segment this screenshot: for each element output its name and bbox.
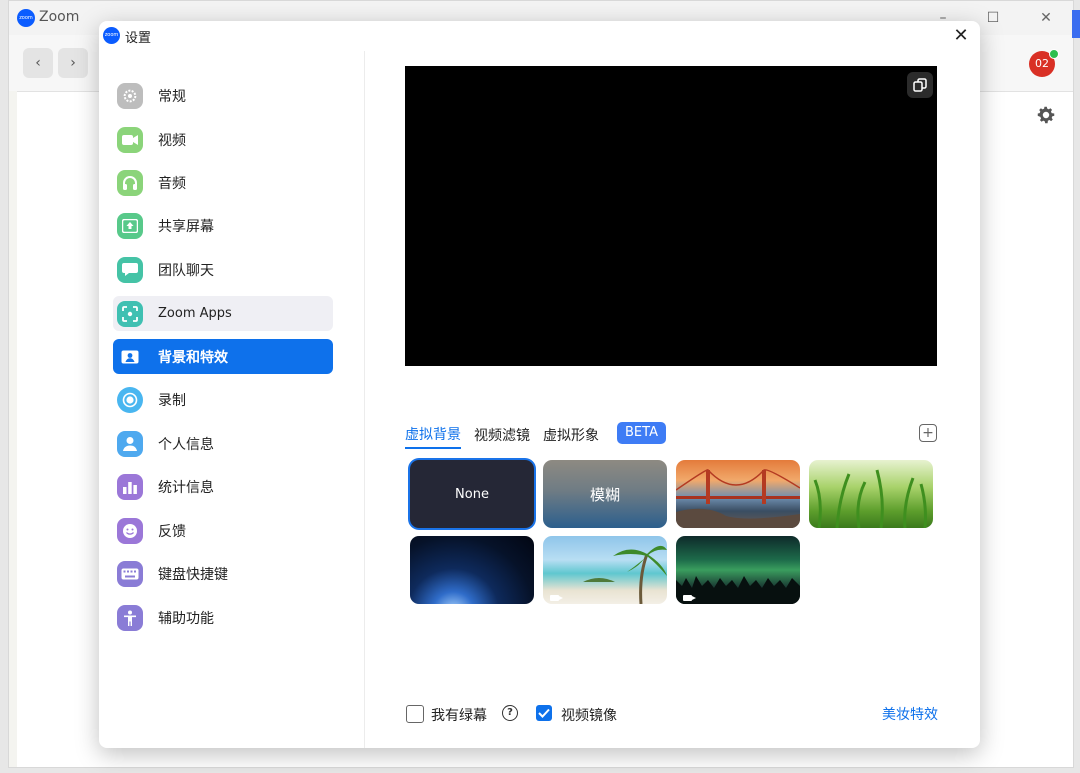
background-option-label: None bbox=[455, 486, 489, 502]
checkmark-icon bbox=[538, 708, 550, 718]
dialog-title: 设置 bbox=[125, 31, 152, 46]
palm-tree-image bbox=[583, 545, 667, 604]
sidebar-item-label: 团队聊天 bbox=[158, 262, 214, 279]
video-icon bbox=[117, 126, 143, 153]
help-icon[interactable]: ? bbox=[502, 705, 518, 721]
background-accent-edge bbox=[1072, 10, 1080, 38]
green-screen-checkbox[interactable] bbox=[406, 705, 424, 723]
background-option-golden-gate-bridge[interactable] bbox=[676, 460, 800, 528]
settings-sidebar: 常规 视频 音频 共享屏幕 团队聊天 Zoom Apps 背景和特效 录制 个人… bbox=[99, 51, 365, 748]
zoom-logo-icon: zoom bbox=[103, 27, 120, 44]
record-icon bbox=[117, 386, 143, 413]
sidebar-item-label: 常规 bbox=[158, 88, 186, 105]
online-status-dot bbox=[1049, 49, 1059, 59]
video-background-icon bbox=[550, 595, 563, 601]
feedback-icon bbox=[117, 517, 143, 544]
main-close-icon[interactable]: ✕ bbox=[1032, 7, 1060, 29]
statistics-icon bbox=[117, 473, 143, 500]
dialog-close-button[interactable]: ✕ bbox=[948, 23, 974, 49]
sidebar-item-label: 键盘快捷键 bbox=[158, 566, 228, 583]
apps-icon bbox=[117, 300, 143, 327]
tab-virtual-background[interactable]: 虚拟背景 bbox=[405, 424, 461, 449]
sidebar-item-label: 统计信息 bbox=[158, 479, 214, 496]
sidebar-item-audio[interactable]: 音频 bbox=[113, 165, 333, 200]
green-screen-label: 我有绿幕 bbox=[431, 708, 487, 724]
sidebar-item-label: 辅助功能 bbox=[158, 610, 214, 627]
keyboard-icon bbox=[117, 560, 143, 587]
background-option-aurora[interactable] bbox=[676, 536, 800, 604]
studio-effects-link[interactable]: 美妆特效 bbox=[882, 704, 938, 724]
video-preview bbox=[405, 66, 937, 366]
mirror-video-label: 视频镜像 bbox=[561, 708, 617, 724]
sidebar-item-video[interactable]: 视频 bbox=[113, 122, 333, 157]
bridge-image bbox=[676, 469, 800, 528]
dialog-titlebar: zoom 设置 ✕ bbox=[99, 21, 980, 51]
main-left-strip bbox=[9, 91, 17, 767]
back-button[interactable]: ‹ bbox=[23, 48, 53, 78]
sidebar-item-team-chat[interactable]: 团队聊天 bbox=[113, 252, 333, 287]
profile-icon bbox=[117, 430, 143, 457]
sidebar-item-keyboard-shortcuts[interactable]: 键盘快捷键 bbox=[113, 556, 333, 591]
tab-video-filters[interactable]: 视频滤镜 bbox=[474, 425, 530, 448]
rotate-camera-button[interactable] bbox=[907, 72, 933, 98]
sidebar-item-label: 音频 bbox=[158, 175, 186, 192]
tab-avatars[interactable]: 虚拟形象 bbox=[543, 425, 599, 448]
background-option-none[interactable]: None bbox=[410, 460, 534, 528]
main-window-title: Zoom bbox=[39, 9, 80, 25]
sidebar-item-label: 共享屏幕 bbox=[158, 218, 214, 235]
background-option-earth-from-space[interactable] bbox=[410, 536, 534, 604]
settings-content: 虚拟背景 视频滤镜 虚拟形象 BETA + None 模糊 我有绿幕 ? 视频镜… bbox=[365, 51, 980, 748]
headphones-icon bbox=[117, 169, 143, 196]
sidebar-item-label: 个人信息 bbox=[158, 436, 214, 453]
sidebar-item-statistics[interactable]: 统计信息 bbox=[113, 469, 333, 504]
chat-icon bbox=[117, 256, 143, 283]
rotate-icon bbox=[913, 78, 927, 92]
background-tabs: 虚拟背景 视频滤镜 虚拟形象 bbox=[405, 423, 612, 449]
grass-image bbox=[813, 469, 927, 528]
background-option-blur[interactable]: 模糊 bbox=[543, 460, 667, 528]
background-option-grass[interactable] bbox=[809, 460, 933, 528]
plus-icon: + bbox=[922, 425, 934, 441]
beta-badge: BETA bbox=[617, 422, 666, 444]
sidebar-item-general[interactable]: 常规 bbox=[113, 78, 333, 113]
background-effects-icon bbox=[117, 344, 143, 370]
sidebar-item-background-effects[interactable]: 背景和特效 bbox=[113, 339, 333, 374]
sidebar-item-zoom-apps[interactable]: Zoom Apps bbox=[113, 296, 333, 331]
gear-icon bbox=[117, 82, 143, 109]
video-background-icon bbox=[683, 595, 696, 601]
accessibility-icon bbox=[117, 604, 143, 631]
sidebar-item-recording[interactable]: 录制 bbox=[113, 382, 333, 417]
maximize-icon[interactable]: ☐ bbox=[979, 7, 1007, 29]
sidebar-item-label: 背景和特效 bbox=[158, 349, 228, 366]
share-screen-icon bbox=[117, 212, 143, 239]
sidebar-item-feedback[interactable]: 反馈 bbox=[113, 513, 333, 548]
sidebar-item-label: 反馈 bbox=[158, 523, 186, 540]
main-settings-gear-icon[interactable] bbox=[1035, 104, 1057, 126]
zoom-logo-icon: zoom bbox=[17, 9, 35, 27]
settings-dialog: zoom 设置 ✕ 常规 视频 音频 共享屏幕 团队聊天 Zoom Apps 背… bbox=[99, 21, 980, 748]
add-background-button[interactable]: + bbox=[919, 424, 937, 442]
sidebar-item-profile[interactable]: 个人信息 bbox=[113, 426, 333, 461]
mirror-video-checkbox[interactable] bbox=[536, 705, 552, 721]
sidebar-item-label: 录制 bbox=[158, 392, 186, 409]
sidebar-item-share-screen[interactable]: 共享屏幕 bbox=[113, 208, 333, 243]
sidebar-item-accessibility[interactable]: 辅助功能 bbox=[113, 600, 333, 635]
forward-button[interactable]: › bbox=[58, 48, 88, 78]
aurora-image bbox=[676, 576, 800, 604]
sidebar-item-label: Zoom Apps bbox=[158, 306, 232, 321]
background-option-beach-palm[interactable] bbox=[543, 536, 667, 604]
sidebar-item-label: 视频 bbox=[158, 132, 186, 149]
background-option-label: 模糊 bbox=[589, 485, 620, 504]
background-options-bar: 我有绿幕 ? 视频镜像 美妆特效 bbox=[405, 703, 938, 727]
